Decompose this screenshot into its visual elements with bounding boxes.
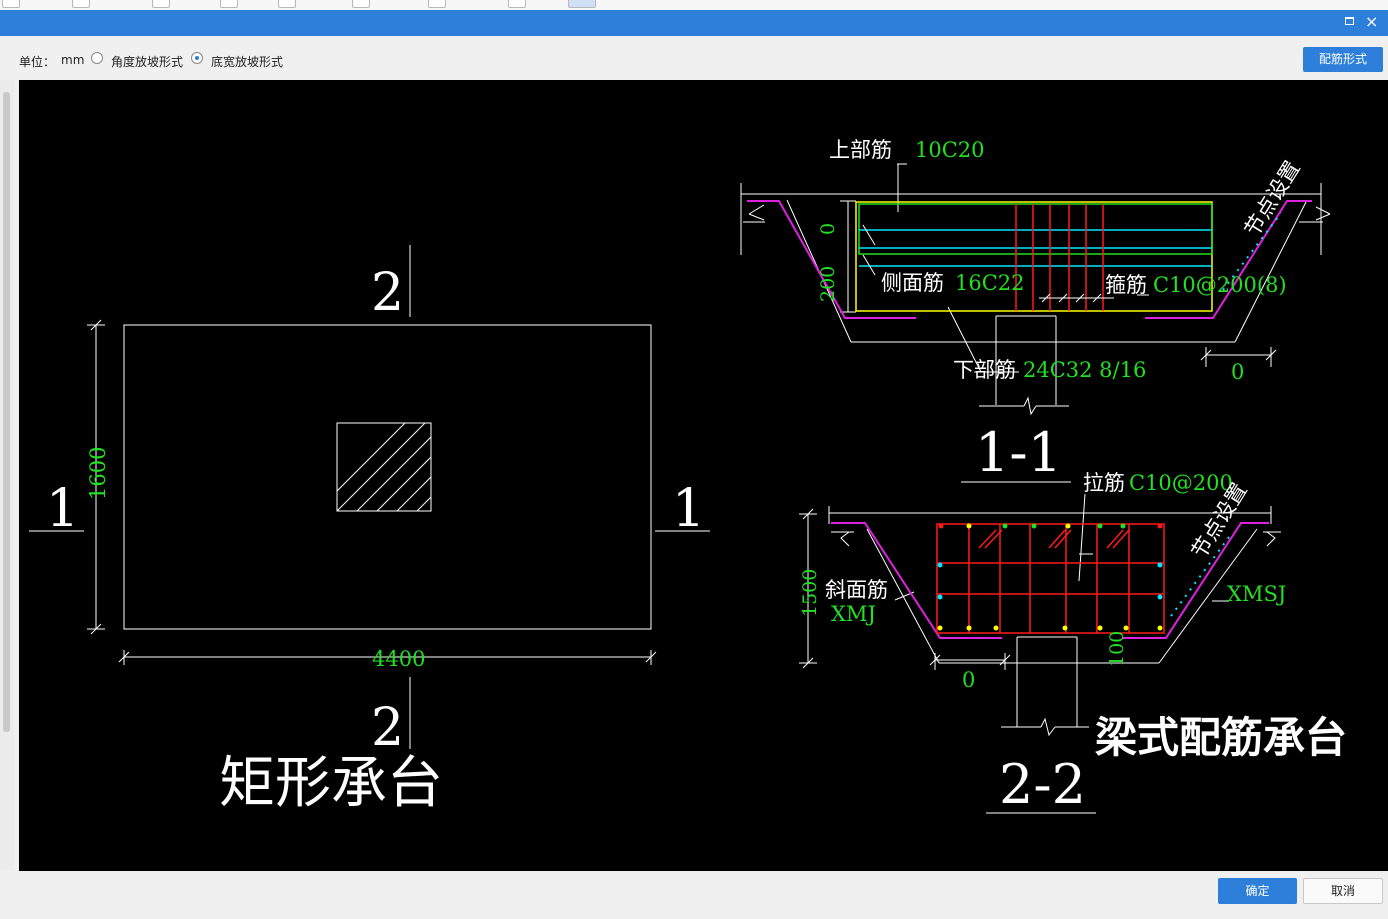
plan-section-top-mark: 2: [371, 263, 404, 323]
plan-section-left-mark: 1: [46, 479, 79, 539]
tie-bar-label: 拉筋: [1083, 471, 1125, 495]
section11-dim-zero-right: 0: [1231, 360, 1244, 384]
plan-dim-width: 4400: [372, 647, 425, 671]
unit-value: mm: [61, 53, 85, 67]
plan-title: 矩形承台: [219, 751, 443, 816]
toolbar-icon-4[interactable]: [220, 0, 238, 8]
cad-drawing: 2 2 1 1 1600 4400 矩形承台 上部筋 10C20 侧面筋 16C…: [29, 138, 1347, 816]
toolbar-icon-1[interactable]: [2, 0, 20, 8]
toolbar-icon-6[interactable]: [352, 0, 370, 8]
slope-bar-value: XMJ: [831, 602, 876, 626]
tie-bar-value: C10@200: [1129, 471, 1233, 495]
plan-view: [29, 245, 710, 749]
section22-dim-100: 100: [1106, 631, 1128, 667]
radio-width-slope-label[interactable]: 底宽放坡形式: [211, 53, 283, 70]
top-bar-value: 10C20: [915, 138, 985, 162]
section11-dim-200: 200: [817, 266, 839, 302]
top-bar-label: 上部筋: [829, 138, 892, 162]
dialog-titlebar: ×: [0, 10, 1388, 36]
section22-dim-1500: 1500: [799, 569, 821, 617]
radio-angle-slope[interactable]: [91, 52, 103, 64]
section11-title: 1-1: [975, 421, 1062, 484]
plan-dim-height: 1600: [86, 447, 110, 500]
toolbar-icon-7[interactable]: [428, 0, 446, 8]
bottom-bar-label: 下部筋: [953, 358, 1016, 382]
maximize-icon[interactable]: [1345, 17, 1354, 25]
side-bar-value: 16C22: [955, 271, 1025, 295]
stirrup-value: C10@200(8): [1153, 273, 1287, 297]
side-bar-label: 侧面筋: [881, 271, 944, 295]
radio-angle-slope-label[interactable]: 角度放坡形式: [111, 53, 183, 70]
reinforcement-type-button[interactable]: 配筋形式: [1303, 47, 1383, 72]
slope-bar-right-value: XMSJ: [1227, 582, 1286, 606]
toolbar-icon-2[interactable]: [72, 0, 90, 8]
cancel-button[interactable]: 取消: [1303, 878, 1383, 904]
column-outline: [336, 422, 432, 512]
options-bar: 单位： mm 角度放坡形式 底宽放坡形式 配筋形式: [0, 36, 1388, 80]
toolbar-icon-3[interactable]: [152, 0, 170, 8]
toolbar-icon-8[interactable]: [508, 0, 526, 8]
column-hatch: [337, 423, 431, 511]
pile-cap-outline: [123, 324, 652, 630]
section22-dim-zero: 0: [962, 668, 975, 692]
left-scrollbar[interactable]: [0, 80, 14, 870]
dialog-footer: 确定 取消: [0, 871, 1388, 919]
slope-bar-label: 斜面筋: [825, 578, 888, 602]
section22-title: 2-2: [999, 753, 1086, 816]
section11-node-label: 节点设置: [1240, 157, 1305, 241]
ok-button[interactable]: 确定: [1218, 878, 1297, 904]
plan-section-bottom-mark: 2: [371, 698, 404, 758]
plan-section-right-mark: 1: [672, 479, 705, 539]
toolbar-icon-9[interactable]: [568, 0, 596, 8]
radio-width-slope[interactable]: [191, 52, 203, 64]
unit-label: 单位：: [19, 55, 56, 69]
close-icon[interactable]: ×: [1365, 12, 1378, 32]
scrollbar-thumb[interactable]: [3, 92, 10, 732]
section11-dim-zero-left: 0: [817, 223, 839, 235]
drawing-canvas: 2 2 1 1 1600 4400 矩形承台 上部筋 10C20 侧面筋 16C…: [19, 80, 1388, 871]
toolbar-icon-5[interactable]: [278, 0, 296, 8]
stirrup-label: 箍筋: [1105, 273, 1147, 297]
pile-cap-type-title: 梁式配筋承台: [1095, 713, 1347, 762]
bottom-bar-value: 24C32 8/16: [1023, 358, 1146, 382]
